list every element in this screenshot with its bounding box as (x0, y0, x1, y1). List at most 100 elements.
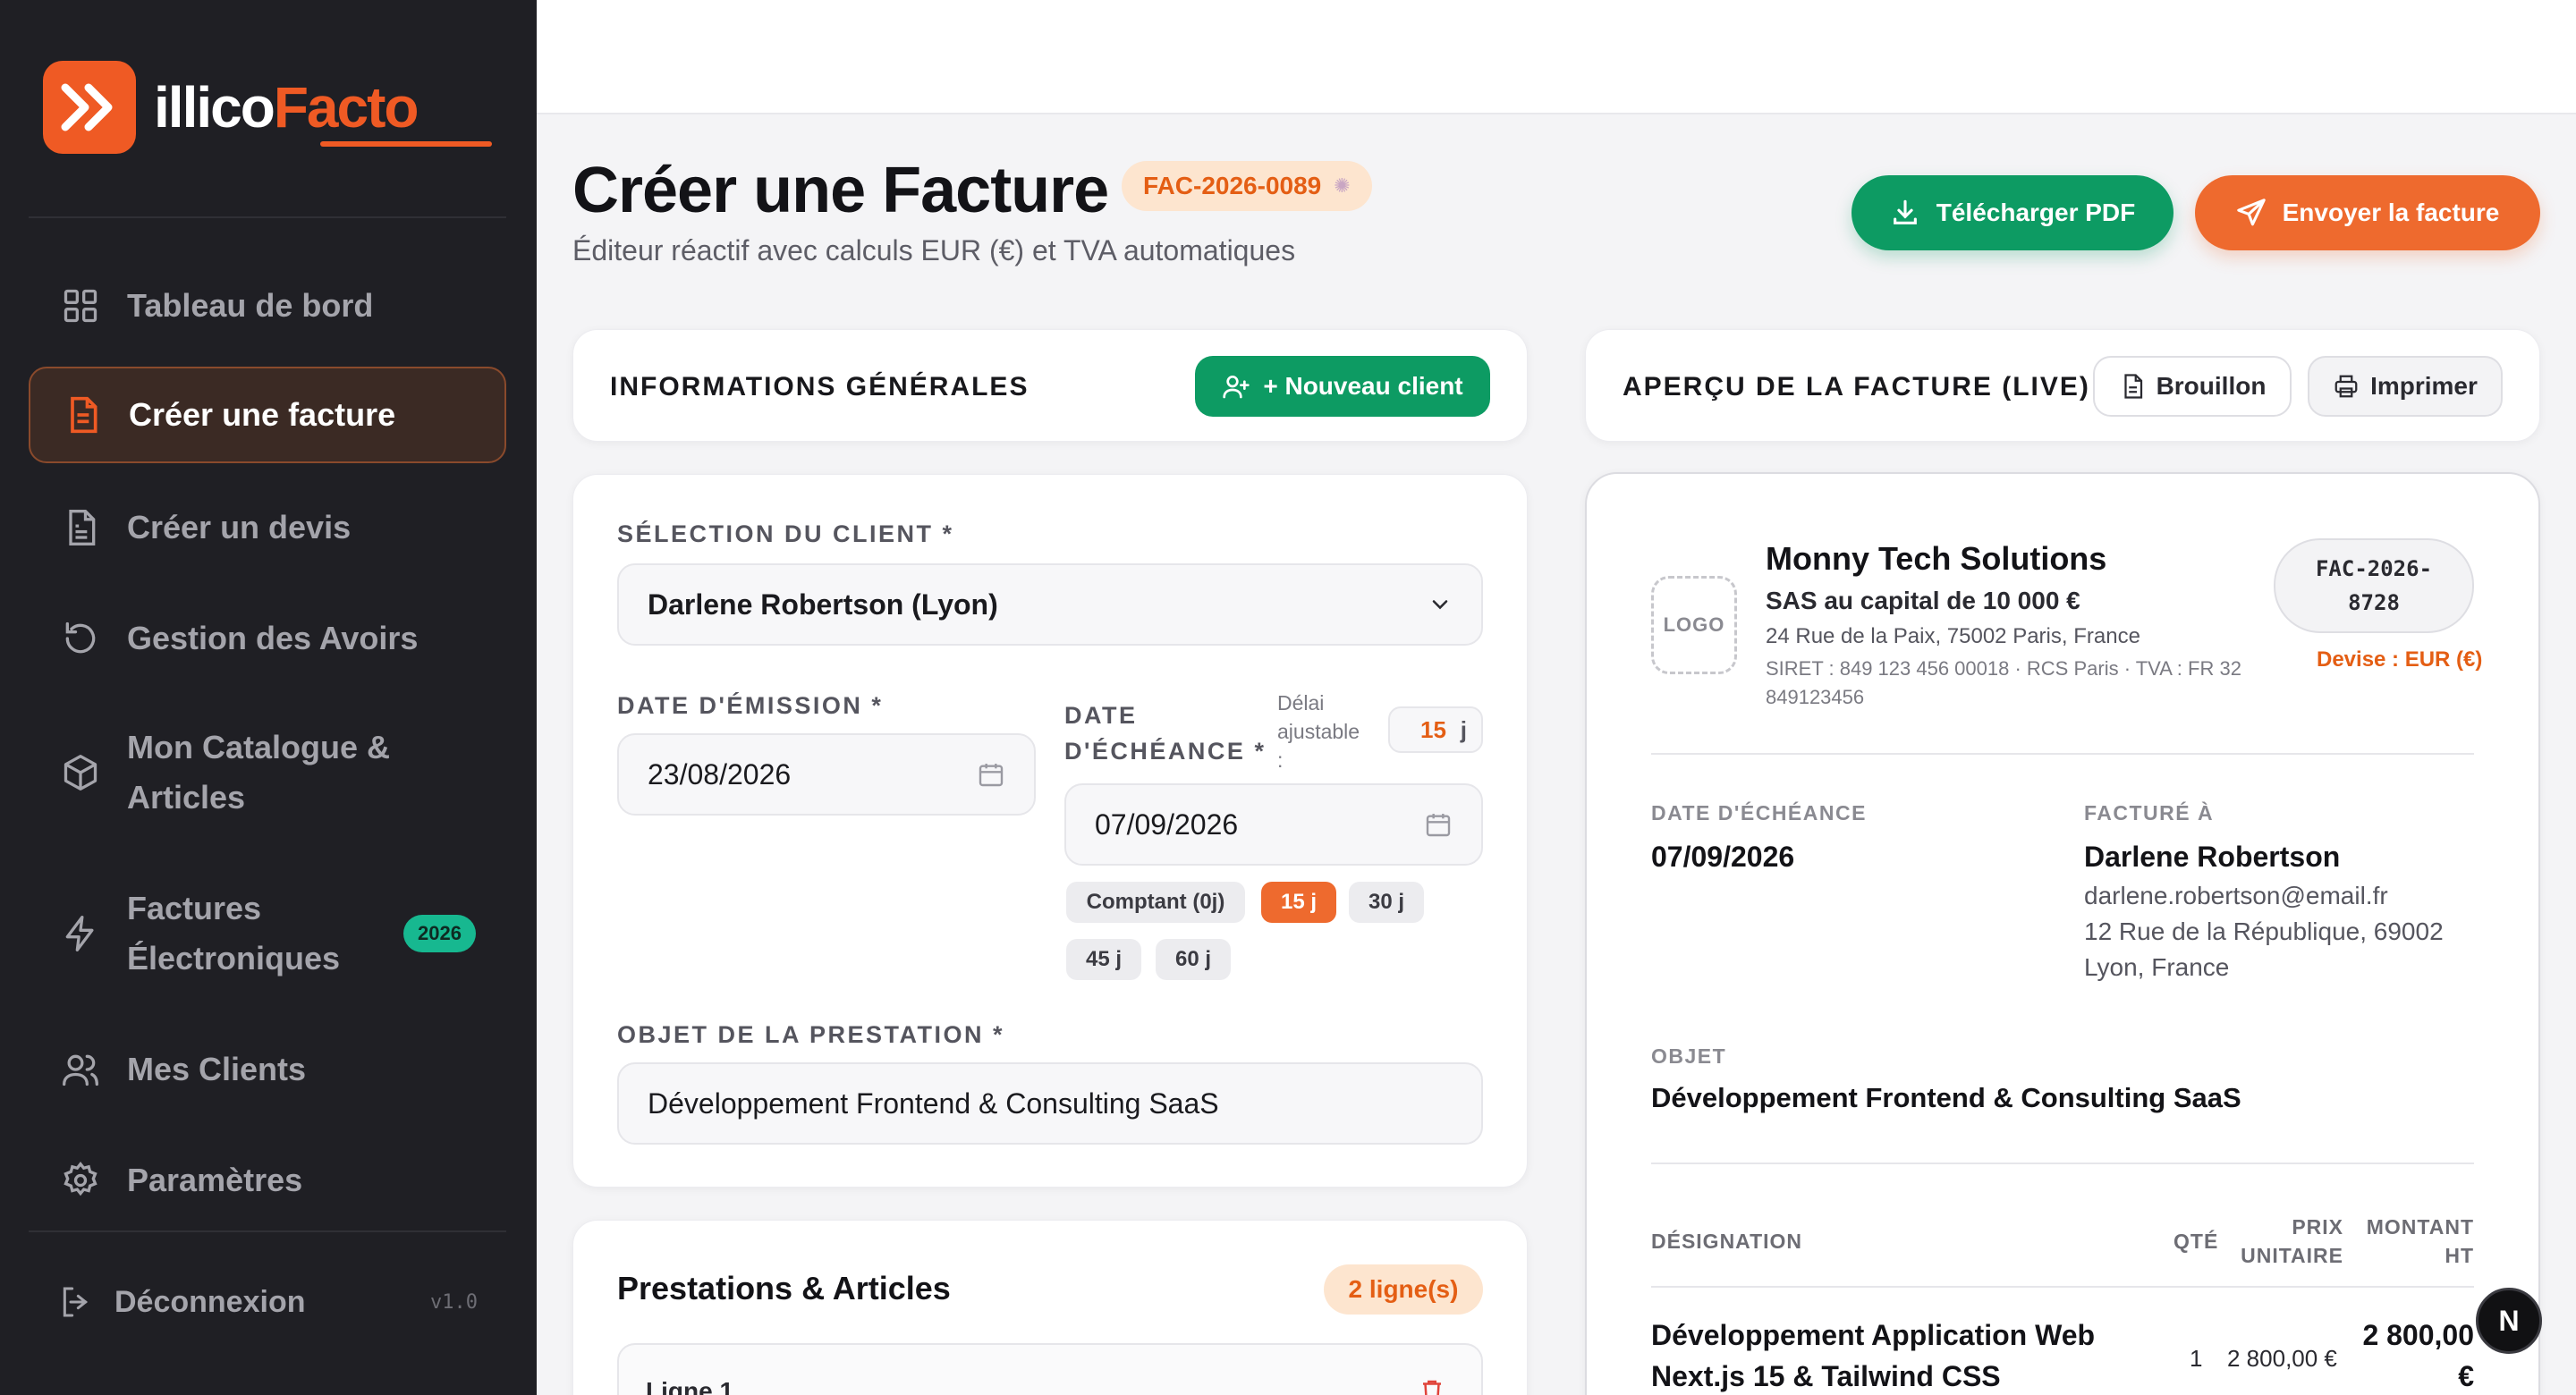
term-chip-45[interactable]: 45 j (1066, 939, 1141, 980)
delay-unit: j (1460, 715, 1467, 743)
col-unit-price: PRIX UNITAIRE (2241, 1215, 2343, 1267)
sidebar-item-label: Gestion des Avoirs (127, 620, 419, 656)
term-chip-30[interactable]: 30 j (1349, 882, 1424, 923)
preview-object-label: OBJET (1651, 1044, 1727, 1068)
company-capital: SAS au capital de 10 000 € (1766, 587, 2080, 614)
currency-label: Devise : EUR (€) (2317, 647, 2483, 672)
sidebar-item-label: Paramètres (127, 1162, 303, 1198)
delay-value: 15 (1420, 715, 1446, 743)
sidebar-item-catalog[interactable]: Mon Catalogue & Articles (29, 719, 506, 826)
object-input[interactable]: Développement Frontend & Consulting SaaS (617, 1062, 1483, 1145)
sidebar-item-e-invoices[interactable]: Factures Électroniques 2026 (29, 880, 506, 987)
invoice-number-chip: FAC-2026-0089 ✺ (1122, 161, 1372, 211)
brand-underline (320, 141, 492, 147)
client-select-label: SÉLECTION DU CLIENT * (617, 520, 954, 547)
invoice-icon (61, 393, 104, 436)
chevron-down-icon (1428, 592, 1453, 617)
assistant-avatar-button[interactable]: N (2476, 1288, 2542, 1354)
billed-to-label: FACTURÉ À (2084, 801, 2215, 824)
version-label: v1.0 (430, 1290, 478, 1314)
calendar-icon (977, 760, 1005, 789)
delay-note: Délai ajustable: (1277, 691, 1360, 772)
page-title: Créer une Facture (572, 155, 1109, 226)
preview-divider (1651, 1162, 2474, 1164)
table-divider (1651, 1286, 2474, 1288)
billed-to-address: 12 Rue de la République, 69002 (2084, 917, 2444, 945)
bolt-icon (59, 912, 102, 955)
page-subtitle: Éditeur réactif avec calculs EUR (€) et … (572, 234, 1296, 266)
billed-to-city: Lyon, France (2084, 953, 2230, 981)
quote-icon (59, 506, 102, 549)
logo-chevrons-icon (43, 61, 136, 154)
invoice-number-pill: FAC-2026- 8728 (2274, 538, 2474, 633)
line-item-card[interactable] (617, 1343, 1483, 1395)
sparkle-icon: ✺ (1334, 174, 1351, 197)
company-name: Monny Tech Solutions (1766, 540, 2107, 577)
issue-date-field[interactable]: 23/08/2026 (617, 733, 1036, 816)
table-row-designation: Développement Application Web Next.js 15 … (1651, 1319, 2096, 1392)
sidebar-item-label: Créer une facture (129, 396, 396, 433)
sidebar-item-create-quote[interactable]: Créer un devis (29, 494, 506, 562)
document-icon (2123, 374, 2142, 399)
sidebar-item-label: Factures Électroniques (127, 890, 341, 976)
term-chip-60[interactable]: 60 j (1156, 939, 1231, 980)
sidebar-item-clients[interactable]: Mes Clients (29, 1036, 506, 1103)
due-date-label: DATE D'ÉCHÉANCE * (1064, 702, 1267, 765)
due-date-field[interactable]: 07/09/2026 (1064, 783, 1483, 866)
billed-to-email: darlene.robertson@email.fr (2084, 882, 2388, 909)
dashboard-icon (59, 284, 102, 327)
col-qty: QTÉ (2174, 1230, 2219, 1253)
box-icon (59, 751, 102, 794)
sidebar-item-settings[interactable]: Paramètres (29, 1146, 506, 1214)
client-select[interactable]: Darlene Robertson (Lyon) (617, 563, 1483, 646)
preview-object-value: Développement Frontend & Consulting SaaS (1651, 1082, 2241, 1113)
sidebar-item-label: Mes Clients (127, 1051, 307, 1087)
logout-button[interactable]: Déconnexion v1.0 (57, 1284, 478, 1320)
table-row-price: 2 800,00 € (2227, 1345, 2337, 1372)
col-designation: DÉSIGNATION (1651, 1230, 1803, 1253)
logout-label: Déconnexion (114, 1284, 306, 1319)
sidebar-divider (29, 216, 506, 218)
calendar-icon (1424, 810, 1453, 839)
sidebar-item-create-invoice[interactable]: Créer une facture (29, 367, 506, 463)
sidebar-item-label: Créer un devis (127, 509, 352, 545)
logo-placeholder: LOGO (1651, 576, 1737, 674)
download-pdf-button[interactable]: Télécharger PDF (1852, 175, 2174, 250)
due-date-value: 07/09/2026 (1095, 807, 1239, 841)
delay-input[interactable]: 15 j (1388, 706, 1483, 753)
download-icon (1893, 199, 1917, 224)
draft-button[interactable]: Brouillon (2093, 356, 2292, 417)
table-row-amount: 2 800,00 € (2362, 1319, 2474, 1392)
sidebar: illicoFacto Tableau de bord Créer une fa… (0, 0, 537, 1395)
refresh-icon (59, 617, 102, 660)
object-label: OBJET DE LA PRESTATION * (617, 1021, 1005, 1048)
print-button[interactable]: Imprimer (2308, 356, 2503, 417)
users-icon (59, 1048, 102, 1091)
sidebar-item-label: Mon Catalogue & Articles (127, 729, 390, 816)
term-chip-15[interactable]: 15 j (1261, 882, 1336, 923)
preview-due-label: DATE D'ÉCHÉANCE (1651, 801, 1867, 824)
company-siret: SIRET : 849 123 456 00018 · RCS Paris · … (1766, 657, 2241, 708)
sidebar-item-credit-notes[interactable]: Gestion des Avoirs (29, 604, 506, 672)
year-badge: 2026 (403, 915, 476, 952)
line-item-label: Ligne 1 (646, 1377, 734, 1395)
preview-due-value: 07/09/2026 (1651, 841, 1795, 873)
printer-icon (2334, 375, 2358, 398)
brand-logo[interactable]: illicoFacto (43, 61, 419, 154)
trash-icon[interactable] (1419, 1377, 1445, 1395)
sidebar-divider (29, 1230, 506, 1232)
company-address: 24 Rue de la Paix, 75002 Paris, France (1766, 624, 2140, 648)
send-invoice-button[interactable]: Envoyer la facture (2195, 175, 2540, 250)
items-title: Prestations & Articles (617, 1270, 951, 1306)
send-icon (2236, 199, 2266, 226)
object-value: Développement Frontend & Consulting SaaS (648, 1086, 1219, 1120)
add-user-icon (1223, 376, 1250, 399)
new-client-button[interactable]: + Nouveau client (1195, 356, 1490, 417)
term-chip-0[interactable]: Comptant (0j) (1066, 882, 1245, 923)
issue-date-label: DATE D'ÉMISSION * (617, 692, 884, 719)
table-row-qty: 1 (2190, 1345, 2203, 1372)
billed-to-name: Darlene Robertson (2084, 841, 2341, 873)
sidebar-item-label: Tableau de bord (127, 287, 374, 324)
preview-title: APERÇU DE LA FACTURE (LIVE) (1623, 372, 2090, 402)
sidebar-item-dashboard[interactable]: Tableau de bord (29, 272, 506, 340)
